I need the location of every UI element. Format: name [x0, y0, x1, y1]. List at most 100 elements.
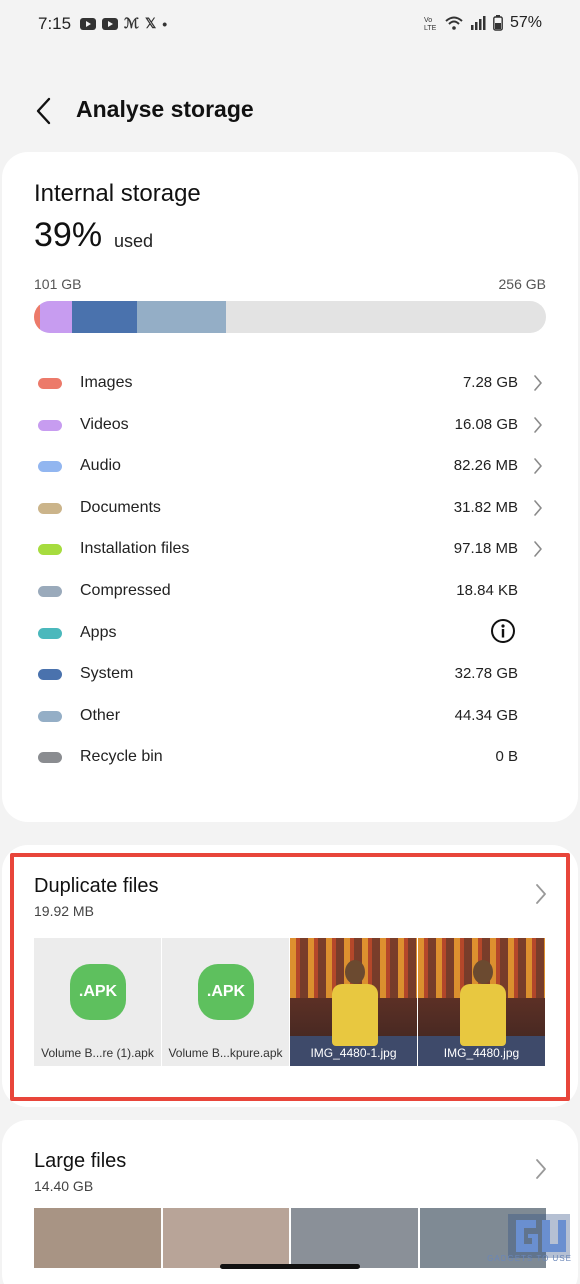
category-row-system[interactable]: System 32.78 GB	[38, 655, 548, 697]
file-name: Volume B...kpure.apk	[168, 1046, 283, 1060]
category-size: 0 B	[495, 748, 518, 766]
more-notifications-dot: •	[162, 15, 168, 32]
status-time: 7:15	[38, 14, 72, 33]
watermark-logo	[508, 1214, 570, 1258]
chevron-right-icon[interactable]	[532, 457, 544, 475]
chevron-right-icon[interactable]	[532, 499, 544, 517]
chevron-right-icon[interactable]	[534, 1158, 548, 1180]
photo-person-head	[473, 960, 493, 984]
category-label: Installation files	[80, 540, 190, 558]
system-icons: Vo LTE 57%	[424, 14, 542, 32]
category-label: System	[80, 665, 134, 683]
category-size: 97.18 MB	[453, 540, 518, 558]
photo-person	[332, 984, 378, 1046]
page-title: Analyse storage	[76, 96, 254, 122]
storage-title: Internal storage	[34, 180, 201, 207]
category-color-dot	[38, 752, 62, 764]
youtube-icon	[102, 17, 118, 30]
app-notification-icon: ℳ	[124, 15, 139, 31]
usage-segment-system	[71, 301, 138, 333]
svg-text:LTE: LTE	[424, 25, 437, 31]
category-color-dot	[38, 586, 62, 597]
category-row-apps[interactable]: Apps	[38, 614, 548, 656]
category-row-videos[interactable]: Videos 16.08 GB	[38, 406, 548, 448]
chevron-right-icon[interactable]	[532, 540, 544, 558]
info-icon[interactable]	[490, 618, 516, 644]
volte-icon: VoLTE	[424, 17, 437, 31]
back-arrow-icon[interactable]	[30, 96, 60, 126]
category-row-images[interactable]: Images 7.28 GB	[38, 364, 548, 406]
category-color-dot	[38, 419, 62, 431]
wifi-icon	[445, 16, 463, 30]
category-row-compressed[interactable]: Compressed 18.84 KB	[38, 572, 548, 614]
file-thumbnail[interactable]	[34, 1208, 161, 1268]
file-thumbnail[interactable]: .APK Volume B...re (1).apk	[34, 938, 161, 1066]
file-thumbnail[interactable]	[162, 1208, 289, 1268]
apk-icon: .APK	[70, 964, 126, 1020]
svg-text:Vo: Vo	[424, 17, 432, 24]
category-row-recycle-bin[interactable]: Recycle bin 0 B	[38, 738, 548, 780]
category-row-other[interactable]: Other 44.34 GB	[38, 697, 548, 739]
internal-storage-card: Internal storage 39% used 101 GB 256 GB …	[2, 152, 578, 822]
duplicate-files-card[interactable]: Duplicate files 19.92 MB .APK Volume B..…	[2, 845, 578, 1107]
file-name: Volume B...re (1).apk	[41, 1046, 154, 1060]
category-color-dot	[38, 502, 62, 514]
category-color-dot	[38, 669, 62, 681]
storage-percent: 39%	[34, 216, 103, 254]
storage-usage-bar	[34, 301, 546, 333]
apk-icon: .APK	[198, 964, 254, 1020]
category-color-dot	[38, 461, 62, 473]
duplicate-files-title: Duplicate files	[34, 875, 159, 897]
category-row-installation-files[interactable]: Installation files 97.18 MB	[38, 530, 548, 572]
notification-icons: ℳ 𝕏 •	[80, 15, 167, 32]
category-size: 82.26 MB	[453, 457, 518, 475]
category-color-dot	[38, 710, 62, 722]
category-size: 44.34 GB	[454, 706, 518, 724]
chevron-right-icon[interactable]	[534, 883, 548, 905]
category-size: 31.82 MB	[453, 498, 518, 516]
file-name: IMG_4480.jpg	[443, 1046, 520, 1060]
category-row-documents[interactable]: Documents 31.82 MB	[38, 489, 548, 531]
large-file-thumbnails	[34, 1208, 546, 1268]
battery-percent: 57%	[509, 14, 542, 31]
image-thumbnail[interactable]: IMG_4480-1.jpg	[290, 938, 417, 1066]
signal-icon	[470, 16, 486, 30]
home-indicator[interactable]	[220, 1264, 360, 1269]
chevron-right-icon[interactable]	[532, 374, 544, 392]
large-files-title: Large files	[34, 1150, 127, 1172]
category-size: 18.84 KB	[456, 582, 518, 599]
file-name: IMG_4480-1.jpg	[310, 1046, 397, 1060]
file-thumbnail[interactable]: .APK Volume B...kpure.apk	[162, 938, 289, 1066]
category-label: Images	[80, 374, 133, 391]
category-label: Recycle bin	[80, 748, 163, 766]
x-icon: 𝕏	[144, 15, 157, 31]
watermark-text: GADGETS TO USE	[487, 1254, 572, 1263]
file-thumbnail[interactable]	[291, 1208, 418, 1268]
duplicate-thumbnails: .APK Volume B...re (1).apk .APK Volume B…	[34, 938, 546, 1066]
category-label: Compressed	[80, 582, 171, 599]
photo-person-head	[345, 960, 365, 984]
youtube-icon	[80, 17, 96, 30]
category-label: Audio	[80, 457, 121, 475]
chevron-right-icon[interactable]	[532, 416, 544, 434]
duplicate-files-size: 19.92 MB	[34, 903, 94, 919]
storage-total: 256 GB	[498, 276, 546, 292]
category-label: Other	[80, 706, 121, 724]
category-size: 16.08 GB	[454, 415, 518, 433]
category-color-dot	[38, 627, 62, 639]
storage-used-label: used	[114, 231, 154, 251]
storage-used-amount: 101 GB	[34, 276, 82, 292]
photo-person	[460, 984, 506, 1046]
category-size: 7.28 GB	[462, 374, 518, 391]
category-label: Documents	[80, 498, 161, 516]
category-label: Videos	[80, 415, 129, 433]
battery-icon	[493, 15, 503, 31]
category-color-dot	[38, 378, 62, 389]
status-bar: 7:15 ℳ 𝕏 • Vo LTE 57%	[0, 0, 580, 50]
usage-segment-videos	[39, 301, 72, 333]
image-thumbnail[interactable]: IMG_4480.jpg	[418, 938, 545, 1066]
category-size: 32.78 GB	[454, 665, 518, 683]
category-row-audio[interactable]: Audio 82.26 MB	[38, 447, 548, 489]
app-header: Analyse storage	[0, 88, 580, 134]
usage-segment-other	[137, 301, 226, 333]
